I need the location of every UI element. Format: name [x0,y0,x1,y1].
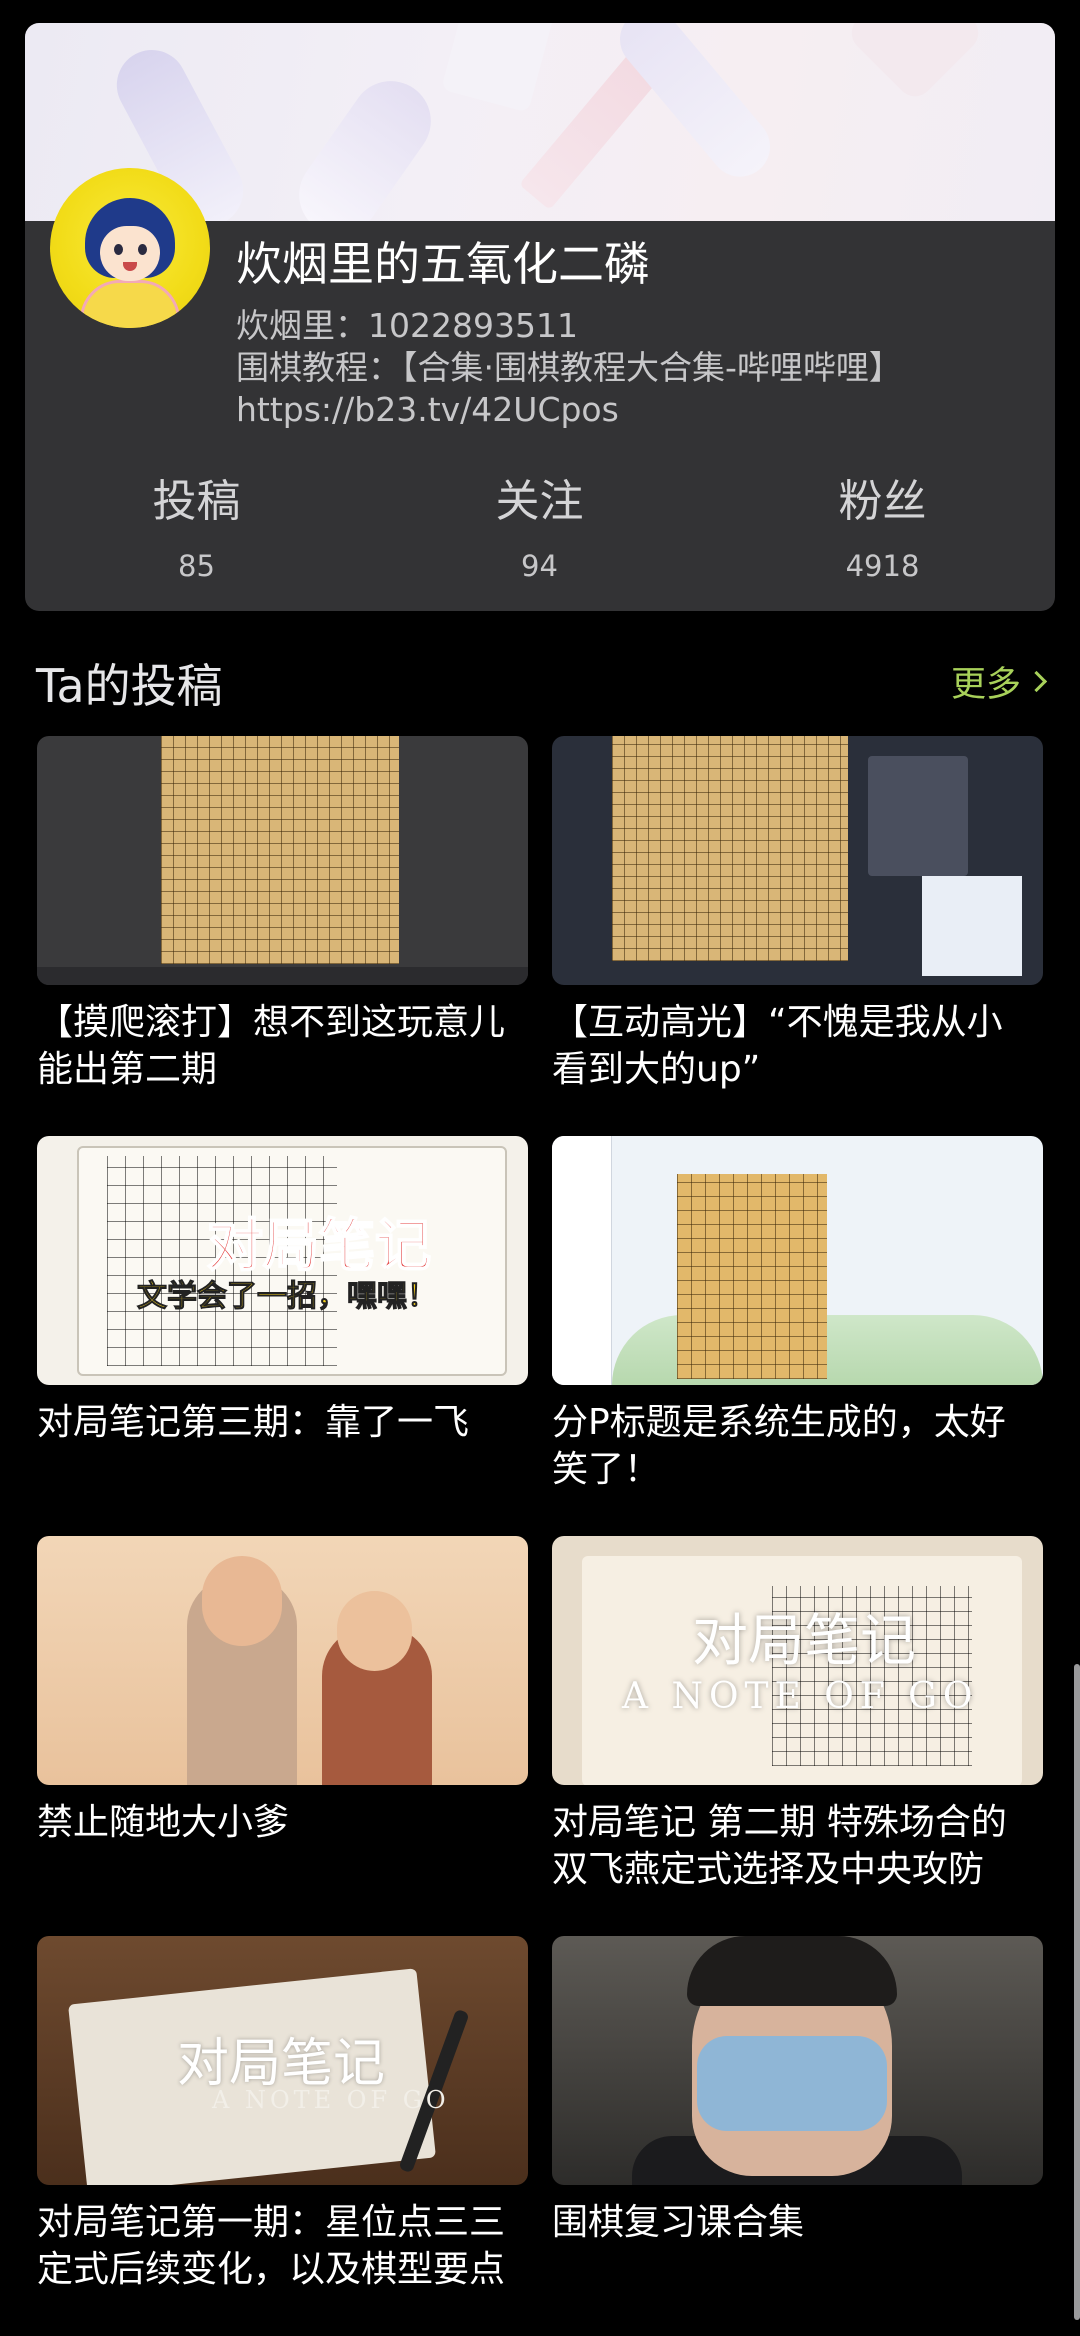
thumbnail-subtext: A NOTE OF GO [212,2086,450,2114]
bio-line: 围棋教程：【合集·围棋教程大合集-哔哩哔哩】 [236,348,902,387]
profile-card: 炊烟里的五氧化二磷 炊烟里：1022893511 围棋教程：【合集·围棋教程大合… [25,23,1055,611]
video-thumbnail[interactable] [552,1936,1043,2185]
video-grid: 【摸爬滚打】想不到这玩意儿能出第二期 【互动高光】“不愧是我从小看到大的up” … [37,736,1043,2336]
video-card[interactable]: 分P标题是系统生成的，太好笑了！ [552,1136,1043,1536]
video-thumbnail[interactable]: 对局笔记 文学会了一招，嘿嘿！ [37,1136,528,1385]
video-title: 【互动高光】“不愧是我从小看到大的up” [552,1002,1003,1090]
video-thumbnail[interactable]: 对局笔记 A NOTE OF GO [552,1536,1043,1785]
video-title: 对局笔记 第二期 特殊场合的双飞燕定式选择及中央攻防 [552,1802,1007,1890]
video-thumbnail[interactable] [552,736,1043,985]
stat-label: 粉丝 [838,476,927,527]
video-title: 对局笔记第三期：靠了一飞 [37,1402,470,1443]
bio-line: 炊烟里：1022893511 [236,306,578,345]
stat-value: 85 [178,549,215,583]
video-card[interactable]: 围棋复习课合集 [552,1936,1043,2336]
stat-value: 4918 [845,549,920,583]
more-label: 更多 [950,665,1021,705]
thumbnail-text: 对局笔记 [177,2034,386,2094]
section-title: Ta的投稿 [36,659,223,713]
user-bio: 炊烟里：1022893511 围棋教程：【合集·围棋教程大合集-哔哩哔哩】 ht… [236,305,902,431]
profile-stats: 投稿 85 关注 94 粉丝 4918 [25,475,1055,583]
thumbnail-text: 对局笔记 [692,1609,916,1674]
video-thumbnail[interactable] [37,1536,528,1785]
video-thumbnail[interactable]: 对局笔记 A NOTE OF GO [37,1936,528,2185]
stat-followers[interactable]: 粉丝 4918 [711,475,1054,583]
more-button[interactable]: 更多 [950,656,1048,707]
stat-label: 投稿 [152,476,241,527]
video-card[interactable]: 对局笔记 文学会了一招，嘿嘿！ 对局笔记第三期：靠了一飞 [37,1136,528,1536]
video-title: 【摸爬滚打】想不到这玩意儿能出第二期 [37,1002,506,1090]
video-title: 围棋复习课合集 [552,2202,805,2243]
stat-following[interactable]: 关注 94 [368,475,711,583]
video-thumbnail[interactable] [37,736,528,985]
user-name: 炊烟里的五氧化二磷 [236,237,650,291]
video-card[interactable]: 禁止随地大小爹 [37,1536,528,1936]
video-card[interactable]: 【互动高光】“不愧是我从小看到大的up” [552,736,1043,1136]
thumbnail-subtext: A NOTE OF GO [622,1676,979,1717]
stat-label: 关注 [495,476,584,527]
bio-link[interactable]: https://b23.tv/42UCpos [236,389,902,431]
video-card[interactable]: 对局笔记 A NOTE OF GO 对局笔记第一期：星位点三三定式后续变化，以及… [37,1936,528,2336]
video-card[interactable]: 【摸爬滚打】想不到这玩意儿能出第二期 [37,736,528,1136]
stat-uploads[interactable]: 投稿 85 [25,475,368,583]
chevron-right-icon [1025,670,1048,693]
video-thumbnail[interactable] [552,1136,1043,1385]
video-card[interactable]: 对局笔记 A NOTE OF GO 对局笔记 第二期 特殊场合的双飞燕定式选择及… [552,1536,1043,1936]
video-title: 对局笔记第一期：星位点三三定式后续变化，以及棋型要点 [37,2202,506,2290]
scrollbar[interactable] [1074,1664,1080,2320]
stat-value: 94 [521,549,558,583]
avatar[interactable] [50,168,210,328]
video-title: 分P标题是系统生成的，太好笑了！ [552,1402,1006,1490]
thumbnail-text: 对局笔记 [206,1213,432,1280]
video-title: 禁止随地大小爹 [37,1802,290,1843]
thumbnail-subtext: 文学会了一招，嘿嘿！ [137,1279,438,1315]
